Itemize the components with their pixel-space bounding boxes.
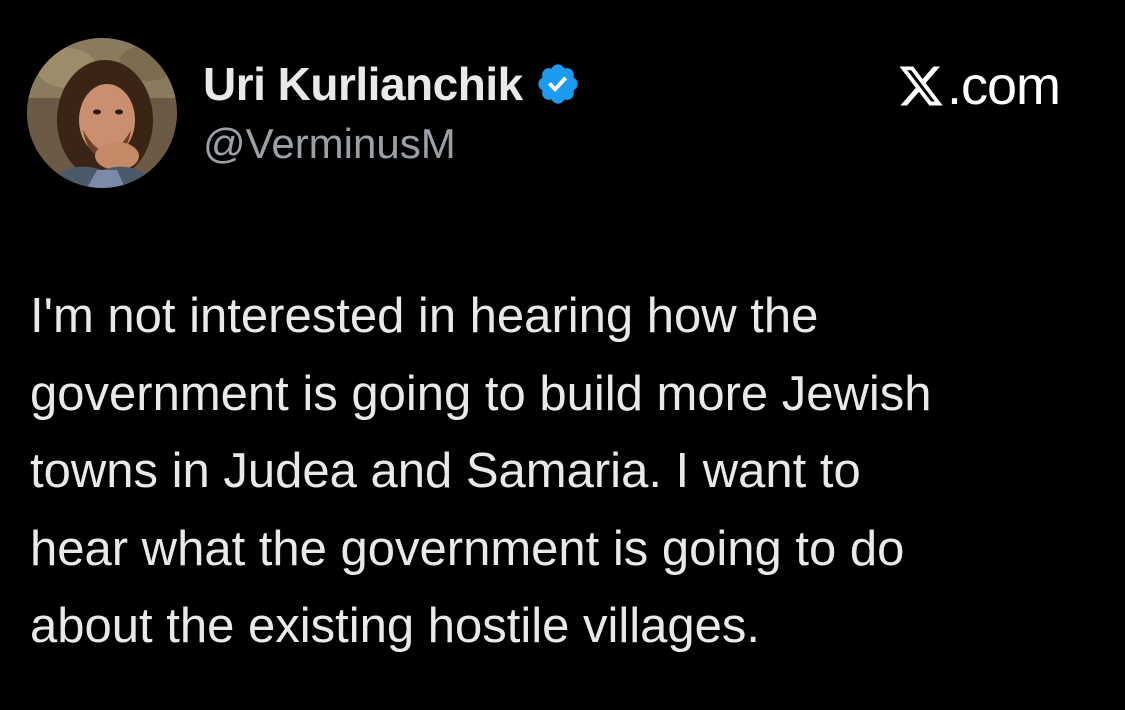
x-logo-icon (899, 66, 943, 106)
author-handle[interactable]: @VerminusM (203, 120, 456, 168)
avatar[interactable] (27, 38, 177, 188)
tweet-line: hear what the government is going to do (30, 521, 905, 576)
verified-badge-icon (538, 64, 578, 104)
tweet-line: about the existing hostile villages. (30, 599, 760, 653)
tweet-line: government is going to build more Jewish (30, 366, 932, 421)
avatar-photo (27, 38, 177, 188)
tweet-line: I'm not interested in hearing how the (30, 289, 819, 343)
brand-logo: .com (897, 56, 1061, 116)
author-name-row[interactable]: Uri Kurlianchik (203, 56, 581, 112)
tweet-card: Uri Kurlianchik @VerminusM .com I'm not … (0, 0, 1125, 710)
tweet-line: towns in Judea and Samaria. I want to (30, 444, 861, 498)
tweet-text: I'm not interested in hearing how the go… (30, 278, 1100, 666)
brand-suffix: .com (946, 56, 1061, 116)
author-name[interactable]: Uri Kurlianchik (203, 57, 523, 111)
